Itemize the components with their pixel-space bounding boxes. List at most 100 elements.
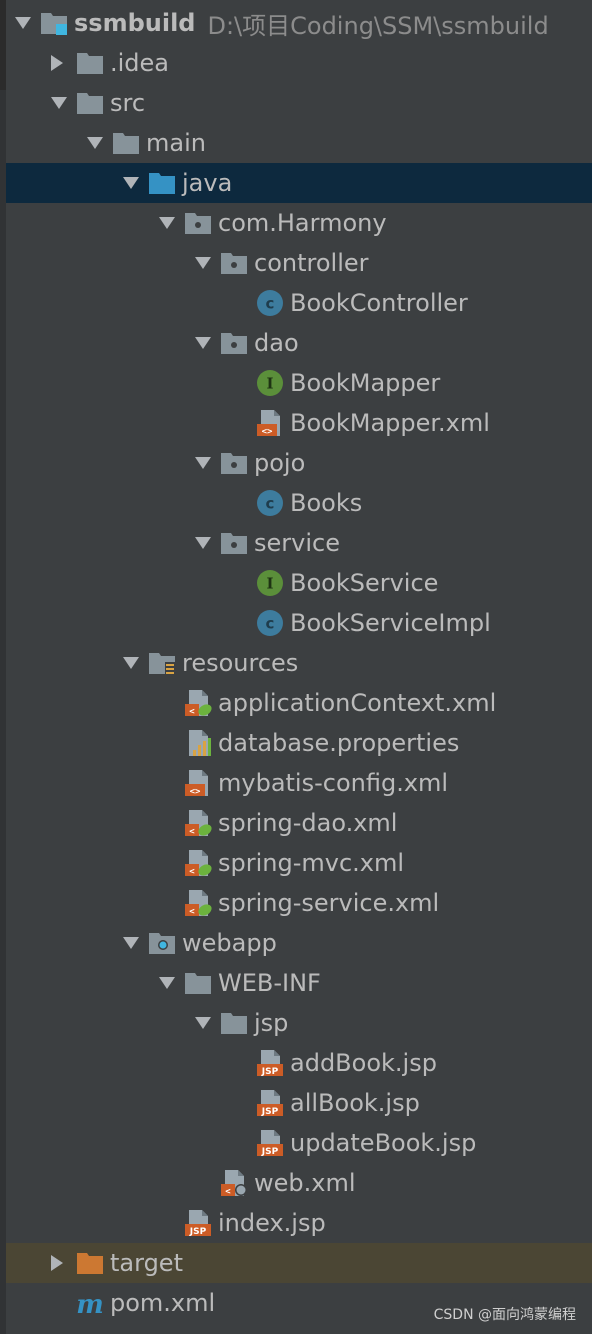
tree-node-label: pom.xml xyxy=(110,1289,216,1317)
svg-text:<>: <> xyxy=(262,427,273,437)
tree-node-src[interactable]: src xyxy=(6,83,592,123)
expand-arrow-down-icon[interactable] xyxy=(194,243,220,283)
tree-node-target[interactable]: target xyxy=(6,1243,592,1283)
tree-node-label: pojo xyxy=(254,449,306,477)
arrow-spacer xyxy=(230,363,256,403)
expand-arrow-down-icon[interactable] xyxy=(122,163,148,203)
jsp-file-icon: JSP xyxy=(256,1049,284,1077)
tree-node-ssmbuild[interactable]: ssmbuild D:\项目Coding\SSM\ssmbuild xyxy=(6,3,592,43)
tree-node-resources[interactable]: resources xyxy=(6,643,592,683)
arrow-spacer xyxy=(158,763,184,803)
tree-node-label: controller xyxy=(254,249,369,277)
svg-text:<: < xyxy=(189,907,195,917)
svg-text:I: I xyxy=(266,575,273,593)
tree-node-label: jsp xyxy=(254,1009,289,1037)
jsp-file-icon: JSP xyxy=(256,1089,284,1117)
interface-icon: I xyxy=(256,369,284,397)
tree-node-idea[interactable]: .idea xyxy=(6,43,592,83)
tree-node-jsp[interactable]: jsp xyxy=(6,1003,592,1043)
tree-node-bookcontroller[interactable]: c BookController xyxy=(6,283,592,323)
expand-arrow-down-icon[interactable] xyxy=(194,443,220,483)
tree-node-com-harmony[interactable]: com.Harmony xyxy=(6,203,592,243)
tree-node-label: resources xyxy=(182,649,299,677)
tree-node-updatebook-jsp[interactable]: JSP updateBook.jsp xyxy=(6,1123,592,1163)
tree-node-webapp[interactable]: webapp xyxy=(6,923,592,963)
tree-node-main[interactable]: main xyxy=(6,123,592,163)
svg-text:JSP: JSP xyxy=(261,1147,279,1157)
tree-node-label: index.jsp xyxy=(218,1209,326,1237)
folder-icon xyxy=(220,1009,248,1037)
tree-node-bookmapper[interactable]: I BookMapper xyxy=(6,363,592,403)
arrow-spacer xyxy=(158,883,184,923)
expand-arrow-down-icon[interactable] xyxy=(194,523,220,563)
watermark: CSDN @面向鸿蒙编程 xyxy=(433,1307,576,1323)
resources-folder-icon xyxy=(148,649,176,677)
svg-text:<: < xyxy=(189,707,195,717)
spring-xml-icon: < xyxy=(184,689,212,717)
tree-node-label: ssmbuild xyxy=(74,9,196,37)
tree-node-web-xml[interactable]: < web.xml xyxy=(6,1163,592,1203)
tree-node-label: BookServiceImpl xyxy=(290,609,491,637)
tree-node-label: service xyxy=(254,529,340,557)
svg-text:c: c xyxy=(266,615,275,633)
tree-node-books[interactable]: c Books xyxy=(6,483,592,523)
expand-arrow-down-icon[interactable] xyxy=(122,923,148,963)
package-icon xyxy=(220,449,248,477)
tree-node-java[interactable]: java xyxy=(6,163,592,203)
tree-node-label: database.properties xyxy=(218,729,460,757)
tree-node-dao[interactable]: dao xyxy=(6,323,592,363)
expand-arrow-down-icon[interactable] xyxy=(158,203,184,243)
expand-arrow-down-icon[interactable] xyxy=(122,643,148,683)
svg-text:c: c xyxy=(266,295,275,313)
tree-node-applicationcontext-xml[interactable]: < applicationContext.xml xyxy=(6,683,592,723)
expand-arrow-down-icon[interactable] xyxy=(158,963,184,1003)
arrow-spacer xyxy=(230,603,256,643)
tree-node-spring-mvc-xml[interactable]: < spring-mvc.xml xyxy=(6,843,592,883)
tree-node-bookmapper-xml[interactable]: <> BookMapper.xml xyxy=(6,403,592,443)
expand-arrow-down-icon[interactable] xyxy=(194,323,220,363)
tree-node-service[interactable]: service xyxy=(6,523,592,563)
collapse-arrow-right-icon[interactable] xyxy=(50,43,76,83)
properties-file-icon xyxy=(184,729,212,757)
svg-text:I: I xyxy=(266,375,273,393)
tree-node-label: src xyxy=(110,89,146,117)
excluded-folder-icon xyxy=(76,1249,104,1277)
tree-node-label: target xyxy=(110,1249,183,1277)
tree-node-addbook-jsp[interactable]: JSP addBook.jsp xyxy=(6,1043,592,1083)
tree-node-allbook-jsp[interactable]: JSP allBook.jsp xyxy=(6,1083,592,1123)
web-xml-icon: < xyxy=(220,1169,248,1197)
xml-file-icon: <> xyxy=(184,769,212,797)
tree-node-spring-dao-xml[interactable]: < spring-dao.xml xyxy=(6,803,592,843)
arrow-spacer xyxy=(50,1283,76,1323)
svg-text:JSP: JSP xyxy=(261,1107,279,1117)
tree-node-mybatis-config-xml[interactable]: <> mybatis-config.xml xyxy=(6,763,592,803)
arrow-spacer xyxy=(230,1123,256,1163)
expand-arrow-down-icon[interactable] xyxy=(194,1003,220,1043)
svg-text:<: < xyxy=(189,827,195,837)
spring-xml-icon: < xyxy=(184,889,212,917)
tree-node-index-jsp[interactable]: JSP index.jsp xyxy=(6,1203,592,1243)
project-path: D:\项目Coding\SSM\ssmbuild xyxy=(207,11,549,40)
module-folder-icon xyxy=(40,9,68,37)
svg-text:c: c xyxy=(266,495,275,513)
collapse-arrow-right-icon[interactable] xyxy=(50,1243,76,1283)
tree-node-database-properties[interactable]: database.properties xyxy=(6,723,592,763)
web-folder-icon xyxy=(148,929,176,957)
tree-node-pojo[interactable]: pojo xyxy=(6,443,592,483)
expand-arrow-down-icon[interactable] xyxy=(86,123,112,163)
tree-node-web-inf[interactable]: WEB-INF xyxy=(6,963,592,1003)
tree-node-bookservice[interactable]: I BookService xyxy=(6,563,592,603)
tree-node-label: spring-service.xml xyxy=(218,889,440,917)
expand-arrow-down-icon[interactable] xyxy=(50,83,76,123)
jsp-file-icon: JSP xyxy=(256,1129,284,1157)
interface-icon: I xyxy=(256,569,284,597)
arrow-spacer xyxy=(194,1163,220,1203)
tree-node-controller[interactable]: controller xyxy=(6,243,592,283)
tree-node-spring-service-xml[interactable]: < spring-service.xml xyxy=(6,883,592,923)
tree-node-bookserviceimpl[interactable]: c BookServiceImpl xyxy=(6,603,592,643)
arrow-spacer xyxy=(158,1203,184,1243)
svg-text:<: < xyxy=(189,867,195,877)
jsp-file-icon: JSP xyxy=(184,1209,212,1237)
expand-arrow-down-icon[interactable] xyxy=(14,3,40,43)
svg-text:<: < xyxy=(225,1187,231,1197)
